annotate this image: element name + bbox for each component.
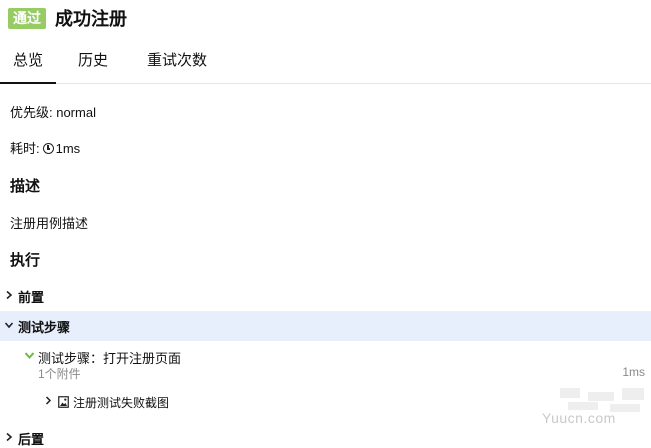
execution-heading: 执行 [10, 252, 41, 269]
tab-history[interactable]: 历史 [72, 44, 114, 84]
clock-icon [42, 143, 54, 154]
priority-line: 优先级: normal [10, 105, 96, 120]
stage-label: 后置 [18, 431, 45, 447]
report-header: 通过 成功注册 [8, 7, 127, 29]
stage-teardown[interactable]: 后置 [0, 423, 651, 448]
watermark: Yuucn.com [542, 388, 646, 426]
watermark-text: Yuucn.com [542, 410, 616, 426]
chevron-right-icon [44, 396, 54, 408]
page-title: 成功注册 [55, 9, 127, 29]
attachment-count: 1个附件 [38, 367, 81, 381]
stage-label: 前置 [18, 289, 45, 305]
chevron-down-icon [0, 319, 18, 333]
test-step[interactable]: 测试步骤：打开注册页面 1个附件 1ms [22, 348, 647, 382]
stage-setup[interactable]: 前置 [0, 281, 651, 311]
attachment-item[interactable]: 注册测试失败截图 [44, 393, 169, 411]
tab-retries[interactable]: 重试次数 [140, 44, 214, 84]
duration-value: 1ms [55, 141, 81, 156]
stage-label: 测试步骤 [18, 319, 71, 335]
passed-chevron-icon [22, 349, 36, 363]
chevron-right-icon [0, 289, 18, 303]
tab-overview[interactable]: 总览 [0, 44, 56, 84]
attachment-label: 注册测试失败截图 [73, 395, 170, 410]
description-heading: 描述 [10, 178, 41, 195]
tab-bar: 总览 历史 重试次数 [0, 44, 651, 84]
status-badge: 通过 [8, 7, 46, 29]
description-text: 注册用例描述 [10, 216, 89, 231]
image-file-icon [58, 396, 69, 408]
duration-label: 耗时: [10, 141, 40, 156]
step-duration: 1ms [622, 365, 645, 379]
chevron-right-icon [0, 431, 18, 445]
duration-row: 耗时: 1ms [10, 138, 80, 157]
stage-test-steps[interactable]: 测试步骤 [0, 311, 651, 341]
